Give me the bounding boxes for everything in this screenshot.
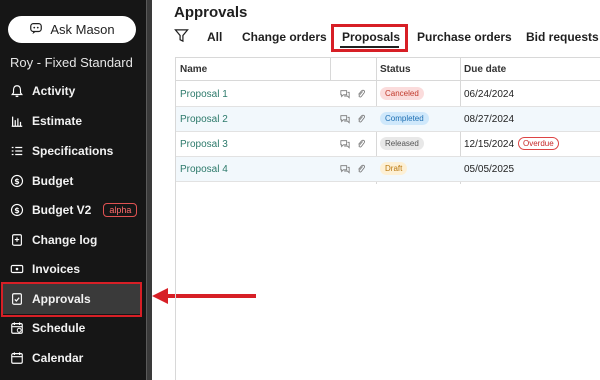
sidebar-item-calendar[interactable]: Calendar <box>10 346 83 370</box>
approvals-highlight-box <box>1 282 142 317</box>
invoice-icon <box>10 262 24 276</box>
row-icons <box>340 114 366 124</box>
status-badge: Released <box>380 137 424 150</box>
sidebar-item-activity[interactable]: Activity <box>10 79 75 103</box>
table-row[interactable]: Proposal 2 Completed 08/27/2024 <box>176 107 600 132</box>
proposal-name-link[interactable]: Proposal 2 <box>180 114 228 125</box>
dollar-icon: $ <box>10 174 24 188</box>
column-header-name[interactable]: Name <box>180 64 207 75</box>
column-header-due-date[interactable]: Due date <box>464 64 506 75</box>
sidebar-item-specifications[interactable]: Specifications <box>10 139 113 163</box>
tab-change-orders[interactable]: Change orders <box>242 30 327 44</box>
sidebar-item-label: Schedule <box>32 321 86 335</box>
sidebar-item-label: Estimate <box>32 114 83 128</box>
table-header: Name Status Due date <box>176 58 600 81</box>
comment-icon[interactable] <box>340 89 350 99</box>
status-badge: Canceled <box>380 87 424 100</box>
sidebar-item-label: Change log <box>32 233 98 247</box>
sidebar-item-label: Calendar <box>32 351 84 365</box>
ask-mason-label: Ask Mason <box>50 22 115 37</box>
page-title: Approvals <box>174 4 248 21</box>
status-badge: Draft <box>380 162 408 175</box>
row-icons <box>340 89 366 99</box>
alpha-badge: alpha <box>103 203 138 217</box>
filter-icon[interactable] <box>174 28 189 43</box>
svg-text:$: $ <box>14 177 19 186</box>
changelog-icon <box>10 233 24 247</box>
sidebar-divider <box>146 0 152 380</box>
sidebar-item-budget[interactable]: $ Budget <box>10 169 73 193</box>
sidebar: Ask Mason Roy - Fixed Standard Activity … <box>0 0 146 380</box>
table-row[interactable]: Proposal 1 Canceled 06/24/2024 <box>176 82 600 107</box>
column-divider <box>330 58 331 81</box>
comment-icon[interactable] <box>340 164 350 174</box>
row-icons <box>340 164 366 174</box>
bell-icon <box>10 84 24 98</box>
tab-purchase-orders[interactable]: Purchase orders <box>417 30 512 44</box>
attachment-icon[interactable] <box>356 164 366 174</box>
table-row[interactable]: Proposal 4 Draft 05/05/2025 <box>176 157 600 182</box>
sidebar-item-estimate[interactable]: Estimate <box>10 109 82 133</box>
proposals-highlight-box <box>331 24 408 52</box>
proposal-name-link[interactable]: Proposal 3 <box>180 139 228 150</box>
attachment-icon[interactable] <box>356 89 366 99</box>
chat-bot-icon <box>29 21 43 38</box>
row-icons <box>340 139 366 149</box>
svg-text:$: $ <box>14 206 19 215</box>
comment-icon[interactable] <box>340 114 350 124</box>
tab-all[interactable]: All <box>207 30 222 44</box>
sidebar-item-invoices[interactable]: Invoices <box>10 257 80 281</box>
project-name: Roy - Fixed Standard <box>10 55 133 70</box>
comment-icon[interactable] <box>340 139 350 149</box>
attachment-icon[interactable] <box>356 114 366 124</box>
sidebar-item-label: Invoices <box>32 262 81 276</box>
sidebar-item-schedule[interactable]: Schedule <box>10 316 85 340</box>
due-date: 08/27/2024 <box>464 114 515 125</box>
schedule-icon <box>10 321 24 335</box>
sidebar-item-label: Specifications <box>32 144 114 158</box>
table-row[interactable]: Proposal 3 Released 12/15/2024 Overdue <box>176 132 600 157</box>
due-date: 05/05/2025 <box>464 164 515 175</box>
sidebar-item-label: Budget V2 <box>32 203 92 217</box>
due-date: 06/24/2024 <box>464 89 515 100</box>
dollar-icon: $ <box>10 203 24 217</box>
overdue-badge: Overdue <box>518 137 559 150</box>
sidebar-item-budget-v2[interactable]: $ Budget V2 alpha <box>10 198 138 222</box>
due-date: 12/15/2024 <box>464 139 515 150</box>
sidebar-item-label: Activity <box>32 84 76 98</box>
sidebar-item-label: Budget <box>32 174 74 188</box>
list-icon <box>10 144 24 158</box>
proposal-name-link[interactable]: Proposal 1 <box>180 89 228 100</box>
sidebar-item-change-log[interactable]: Change log <box>10 228 97 252</box>
chart-icon <box>10 114 24 128</box>
ask-mason-button[interactable]: Ask Mason <box>8 16 136 43</box>
calendar-icon <box>10 351 24 365</box>
approvals-table: Name Status Due date Proposal 1 Canceled… <box>175 57 600 380</box>
attachment-icon[interactable] <box>356 139 366 149</box>
tab-bid-requests[interactable]: Bid requests <box>526 30 599 44</box>
proposal-name-link[interactable]: Proposal 4 <box>180 164 228 175</box>
status-badge: Completed <box>380 112 429 125</box>
column-header-status[interactable]: Status <box>380 64 411 75</box>
